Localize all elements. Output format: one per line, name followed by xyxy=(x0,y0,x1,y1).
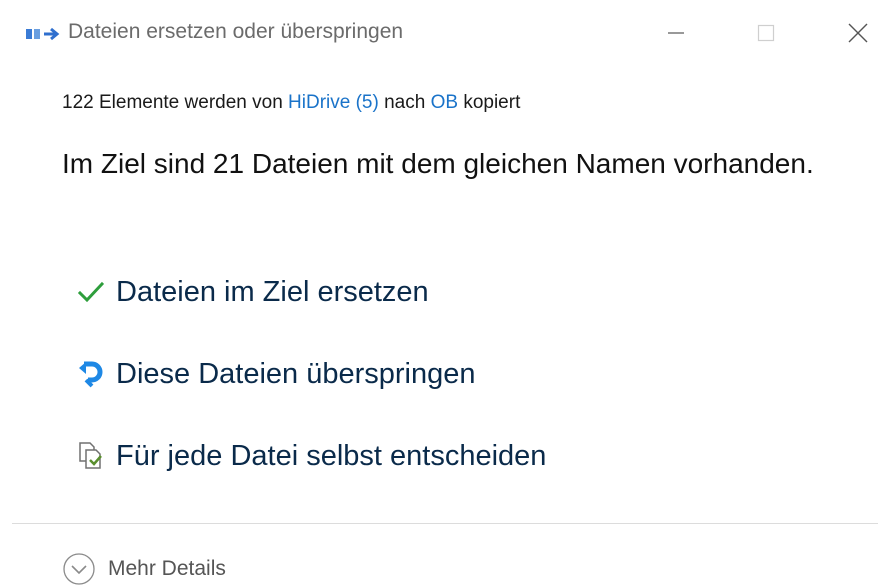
summary-prefix: 122 Elemente werden von xyxy=(62,92,289,113)
title-bar[interactable]: Dateien ersetzen oder überspringen xyxy=(0,0,890,66)
footer-divider xyxy=(12,523,878,524)
more-details-label: Mehr Details xyxy=(108,557,226,580)
conflict-headline: Im Ziel sind 21 Dateien mit dem gleichen… xyxy=(62,148,814,179)
close-button[interactable] xyxy=(838,16,878,50)
more-details-toggle[interactable]: Mehr Details xyxy=(62,552,226,585)
file-move-icon xyxy=(26,27,60,41)
replace-files-label: Dateien im Ziel ersetzen xyxy=(116,275,429,308)
maximize-button[interactable] xyxy=(746,16,786,50)
window-title: Dateien ersetzen oder überspringen xyxy=(68,20,404,43)
checkmark-icon xyxy=(78,274,116,310)
minimize-button[interactable] xyxy=(656,16,696,50)
destination-link[interactable]: OB xyxy=(431,92,458,113)
copy-summary: 122 Elemente werden von HiDrive (5) nach… xyxy=(62,92,520,114)
skip-files-option[interactable]: Diese Dateien überspringen xyxy=(78,352,476,396)
close-icon xyxy=(848,23,868,43)
source-link[interactable]: HiDrive (5) xyxy=(288,92,379,113)
minimize-icon xyxy=(668,32,684,34)
copy-conflict-dialog: Dateien ersetzen oder überspringen 122 E… xyxy=(0,0,890,585)
skip-files-label: Diese Dateien überspringen xyxy=(116,357,476,390)
summary-suffix: kopiert xyxy=(458,92,521,113)
skip-arrow-icon xyxy=(78,356,116,392)
decide-each-label: Für jede Datei selbst entscheiden xyxy=(116,439,547,472)
decide-each-option[interactable]: Für jede Datei selbst entscheiden xyxy=(78,434,546,478)
maximize-icon xyxy=(757,24,775,42)
compare-files-icon xyxy=(78,438,116,474)
replace-files-option[interactable]: Dateien im Ziel ersetzen xyxy=(78,270,429,314)
summary-middle: nach xyxy=(378,92,431,113)
chevron-down-circle-icon xyxy=(63,553,95,585)
